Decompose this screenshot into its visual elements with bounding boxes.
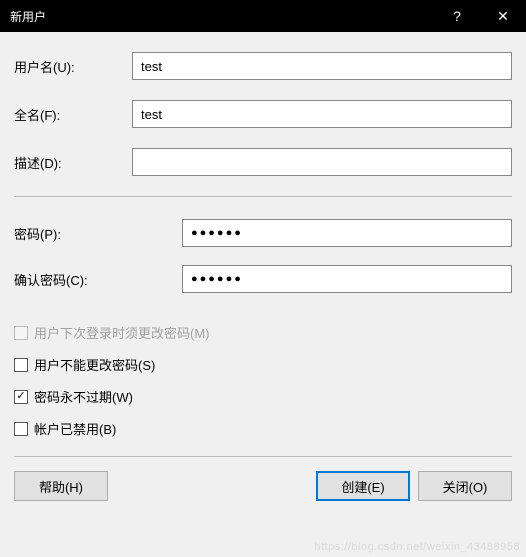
checkbox-label: 用户下次登录时须更改密码(M) [34,323,210,342]
button-row: 帮助(H) 创建(E) 关闭(O) [14,471,512,501]
checkbox-password-never-expires[interactable]: ✓ 密码永不过期(W) [14,387,512,406]
checkbox-box-icon: ✓ [14,390,28,404]
row-password: 密码(P): ●●●●●● [14,219,512,247]
checkbox-account-disabled[interactable]: 帐户已禁用(B) [14,419,512,438]
password-input[interactable]: ●●●●●● [182,219,512,247]
watermark: https://blog.csdn.net/weixin_43488958 [314,541,520,553]
checkbox-label: 密码永不过期(W) [34,387,133,406]
checkbox-box-icon [14,358,28,372]
confirm-password-input[interactable]: ●●●●●● [182,265,512,293]
help-button[interactable]: 帮助(H) [14,471,108,501]
confirm-password-label: 确认密码(C): [14,270,182,289]
username-input[interactable] [132,52,512,80]
window-title: 新用户 [10,8,434,25]
help-icon[interactable]: ? [434,0,480,32]
close-button[interactable]: 关闭(O) [418,471,512,501]
row-description: 描述(D): [14,148,512,176]
checkbox-must-change-password: 用户下次登录时须更改密码(M) [14,323,512,342]
checkbox-label: 用户不能更改密码(S) [34,355,155,374]
close-icon[interactable]: ✕ [480,0,526,32]
row-confirm-password: 确认密码(C): ●●●●●● [14,265,512,293]
username-label: 用户名(U): [14,57,132,76]
description-input[interactable] [132,148,512,176]
dialog-content: 用户名(U): 全名(F): 描述(D): 密码(P): ●●●●●● 确认密码… [0,32,526,515]
create-button[interactable]: 创建(E) [316,471,410,501]
fullname-label: 全名(F): [14,105,132,124]
checkbox-box-icon [14,326,28,340]
checkbox-box-icon [14,422,28,436]
row-username: 用户名(U): [14,52,512,80]
separator-bottom [14,456,512,457]
checkbox-group: 用户下次登录时须更改密码(M) 用户不能更改密码(S) ✓ 密码永不过期(W) … [14,323,512,438]
separator-top [14,196,512,197]
titlebar: 新用户 ? ✕ [0,0,526,32]
checkbox-user-cannot-change-password[interactable]: 用户不能更改密码(S) [14,355,512,374]
description-label: 描述(D): [14,153,132,172]
row-fullname: 全名(F): [14,100,512,128]
checkbox-label: 帐户已禁用(B) [34,419,116,438]
password-label: 密码(P): [14,224,182,243]
fullname-input[interactable] [132,100,512,128]
